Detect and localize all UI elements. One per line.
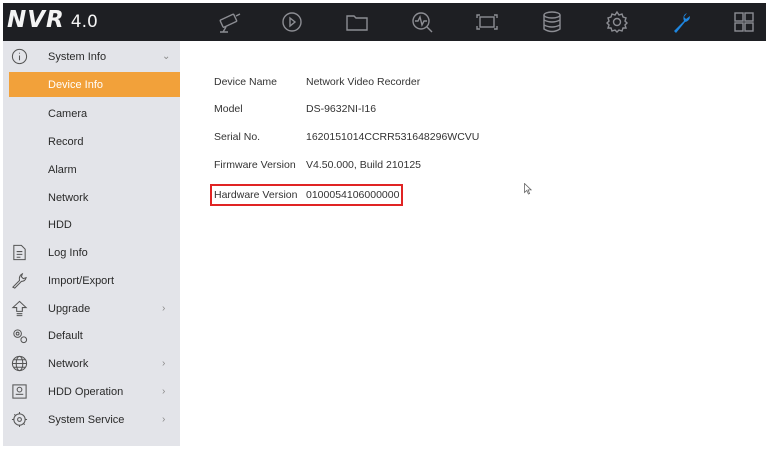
sidebar-item-hdd-operation[interactable]: HDD Operation › bbox=[3, 378, 180, 405]
sidebar-item-label: System Service bbox=[48, 413, 125, 426]
field-label: Firmware Version bbox=[214, 159, 296, 171]
sidebar-item-device-info[interactable]: Device Info bbox=[9, 72, 180, 97]
sidebar-item-label: Import/Export bbox=[48, 274, 115, 287]
sidebar-item-label: Alarm bbox=[48, 163, 77, 176]
field-label: Device Name bbox=[214, 76, 278, 88]
info-row-model: Model DS-9632NI-I16 bbox=[214, 100, 376, 118]
sidebar: System Info ⌄ Device Info Camera Record … bbox=[3, 41, 180, 446]
app-logo: NVR 4.0 bbox=[7, 7, 98, 37]
sidebar-item-label: HDD Operation bbox=[48, 385, 124, 398]
upgrade-icon bbox=[10, 299, 28, 317]
device-info-panel: Device Name Network Video Recorder Model… bbox=[180, 41, 766, 446]
sidebar-item-label: Network bbox=[48, 357, 89, 370]
chevron-right-icon: › bbox=[162, 414, 166, 425]
sidebar-item-network[interactable]: Network › bbox=[3, 350, 180, 377]
info-row-firmware-version: Firmware Version V4.50.000, Build 210125 bbox=[214, 156, 421, 174]
sidebar-item-default[interactable]: Default bbox=[3, 322, 180, 349]
chevron-right-icon: › bbox=[162, 303, 166, 314]
info-row-serial-no: Serial No. 1620151014CCRR531648296WCVU bbox=[214, 128, 479, 146]
field-value: 1620151014CCRR531648296WCVU bbox=[306, 131, 480, 143]
sidebar-item-log-info[interactable]: Log Info bbox=[3, 239, 180, 266]
sidebar-item-alarm[interactable]: Alarm bbox=[3, 156, 180, 183]
service-icon bbox=[10, 410, 28, 428]
sidebar-item-label: Camera bbox=[48, 107, 88, 120]
field-value: V4.50.000, Build 210125 bbox=[306, 159, 422, 171]
wrench-icon bbox=[10, 271, 28, 289]
chevron-down-icon: ⌄ bbox=[162, 51, 171, 62]
sidebar-item-record[interactable]: Record bbox=[3, 128, 180, 155]
hdd-icon bbox=[10, 382, 28, 400]
info-row-device-name: Device Name Network Video Recorder bbox=[214, 73, 420, 91]
settings-icon[interactable] bbox=[600, 8, 634, 36]
field-value: DS-9632NI-I16 bbox=[306, 103, 377, 115]
grid-icon[interactable] bbox=[727, 8, 761, 36]
app-window: NVR 4.0 System Info ⌄ Device Info Camera… bbox=[3, 3, 766, 446]
sidebar-item-hdd[interactable]: HDD bbox=[3, 211, 180, 238]
playback-icon[interactable] bbox=[275, 8, 309, 36]
field-label: Model bbox=[214, 103, 243, 115]
sidebar-item-network-info[interactable]: Network bbox=[3, 184, 180, 211]
sidebar-item-label: Upgrade bbox=[48, 302, 91, 315]
field-label: Serial No. bbox=[214, 131, 261, 143]
sidebar-item-label: Default bbox=[48, 329, 83, 342]
sidebar-item-camera[interactable]: Camera bbox=[3, 100, 180, 127]
sidebar-item-label: Record bbox=[48, 135, 84, 148]
info-icon bbox=[10, 47, 28, 65]
search-icon[interactable] bbox=[405, 8, 439, 36]
sidebar-item-label: Network bbox=[48, 191, 89, 204]
sidebar-item-import-export[interactable]: Import/Export bbox=[3, 267, 180, 294]
top-toolbar: NVR 4.0 bbox=[3, 3, 766, 41]
sidebar-item-system-service[interactable]: System Service › bbox=[3, 406, 180, 433]
screen-icon[interactable] bbox=[470, 8, 504, 36]
network-icon bbox=[10, 354, 28, 372]
sidebar-item-label: Log Info bbox=[48, 246, 88, 259]
brand-name: NVR bbox=[7, 7, 65, 33]
field-value: Network Video Recorder bbox=[306, 76, 421, 88]
folder-icon[interactable] bbox=[340, 8, 374, 36]
sidebar-item-upgrade[interactable]: Upgrade › bbox=[3, 295, 180, 322]
camera-icon[interactable] bbox=[213, 8, 247, 36]
log-icon bbox=[10, 243, 28, 261]
maintenance-icon[interactable] bbox=[665, 8, 699, 36]
app-version: 4.0 bbox=[70, 12, 98, 32]
sidebar-item-system-info[interactable]: System Info ⌄ bbox=[3, 43, 180, 70]
mouse-cursor-icon bbox=[524, 183, 532, 195]
default-icon bbox=[10, 326, 28, 344]
sidebar-item-label: Device Info bbox=[48, 78, 104, 91]
storage-icon[interactable] bbox=[535, 8, 569, 36]
sidebar-item-label: System Info bbox=[48, 50, 107, 63]
highlight-box bbox=[210, 184, 403, 206]
chevron-right-icon: › bbox=[162, 358, 166, 369]
chevron-right-icon: › bbox=[162, 386, 166, 397]
sidebar-item-label: HDD bbox=[48, 218, 72, 231]
